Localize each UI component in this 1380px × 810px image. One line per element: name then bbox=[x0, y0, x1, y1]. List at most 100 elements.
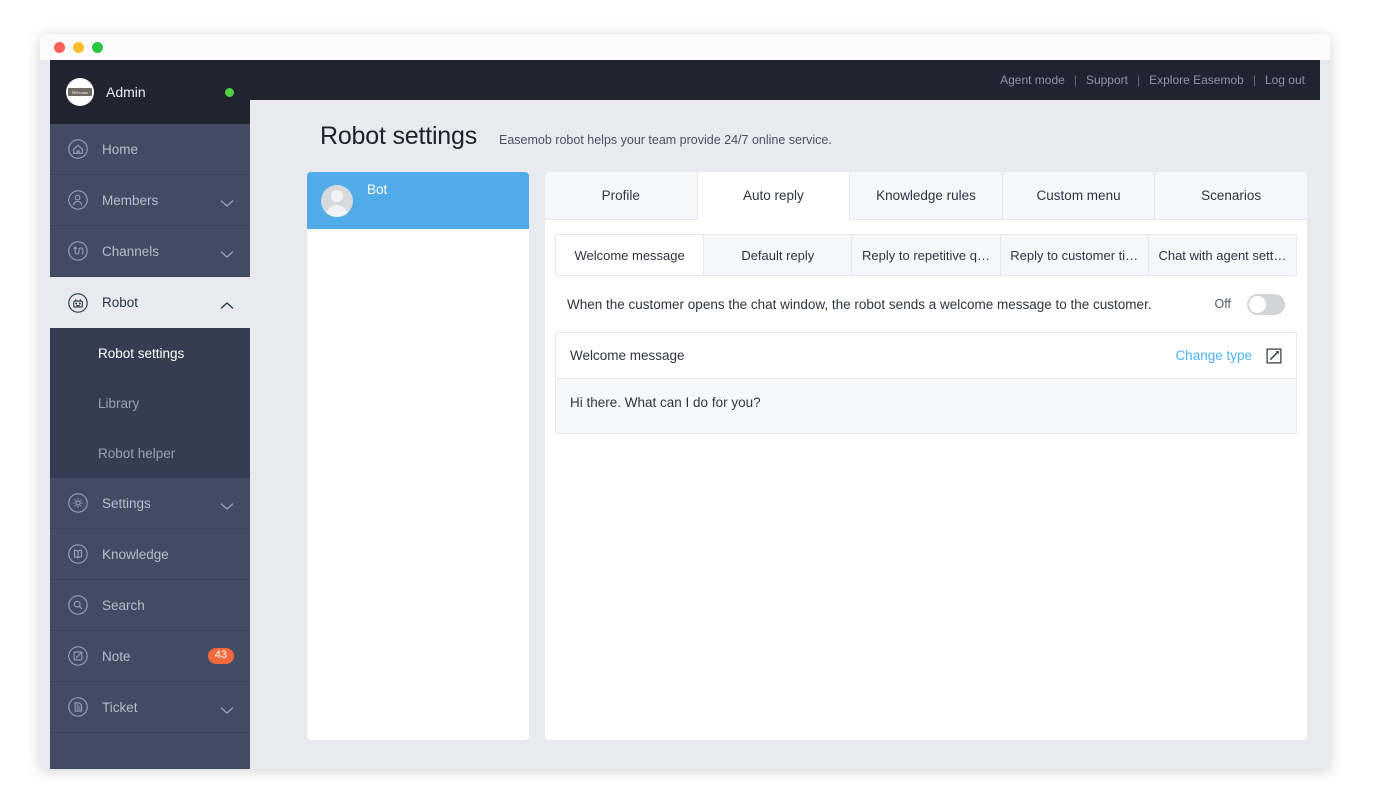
sidebar-item-label: Home bbox=[102, 141, 139, 157]
sidebar-subitem-library[interactable]: Library bbox=[50, 378, 250, 428]
toggle-knob bbox=[1249, 295, 1266, 313]
sidebar-item-robot[interactable]: Robot bbox=[50, 277, 250, 328]
sidebar: Welcome Admin Home Members Channels Robo… bbox=[50, 60, 250, 769]
list-item[interactable]: Bot bbox=[307, 172, 529, 229]
topbar-divider: | bbox=[1073, 73, 1077, 87]
ticket-icon bbox=[66, 695, 90, 719]
sidebar-item-label: Search bbox=[102, 597, 145, 613]
subtab-label: Chat with agent sett… bbox=[1158, 247, 1287, 263]
robot-submenu: Robot settings Library Robot helper bbox=[50, 328, 250, 478]
welcome-toggle-state-label: Off bbox=[1214, 297, 1231, 311]
tab-label: Auto reply bbox=[742, 188, 804, 203]
sidebar-item-label: Knowledge bbox=[102, 546, 169, 562]
subtab-label: Welcome message bbox=[574, 247, 685, 263]
home-icon bbox=[66, 137, 90, 161]
sidebar-account[interactable]: Welcome Admin bbox=[50, 60, 250, 124]
settings-card: Profile Auto reply Knowledge rules Custo… bbox=[545, 172, 1307, 740]
support-link[interactable]: Support bbox=[1086, 73, 1128, 87]
note-icon bbox=[66, 644, 90, 668]
subtab-label: Default reply bbox=[741, 247, 815, 263]
sidebar-subitem-label: Robot settings bbox=[98, 345, 185, 361]
avatar-banner-label: Welcome bbox=[68, 88, 92, 96]
window-titlebar bbox=[40, 34, 1330, 60]
page-header: Robot settings Easemob robot helps your … bbox=[294, 100, 1320, 151]
members-icon bbox=[66, 188, 90, 212]
page-subtitle: Easemob robot helps your team provide 24… bbox=[499, 133, 832, 147]
sidebar-item-knowledge[interactable]: Knowledge bbox=[50, 529, 250, 580]
subtab-reply-customer-timeout[interactable]: Reply to customer ti… bbox=[1000, 235, 1149, 275]
chevron-down-icon bbox=[220, 196, 234, 207]
change-type-link[interactable]: Change type bbox=[1175, 348, 1252, 363]
welcome-message-card: Welcome message Change type Hi there. Wh bbox=[555, 332, 1297, 434]
tab-label: Knowledge rules bbox=[876, 188, 976, 203]
chevron-down-icon bbox=[220, 499, 234, 510]
sidebar-subitem-robot-settings[interactable]: Robot settings bbox=[50, 328, 250, 378]
subtab-label: Reply to repetitive q… bbox=[862, 247, 990, 263]
search-icon bbox=[66, 593, 90, 617]
sidebar-item-label: Settings bbox=[102, 495, 151, 511]
sidebar-item-search[interactable]: Search bbox=[50, 580, 250, 631]
sidebar-item-label: Ticket bbox=[102, 699, 138, 715]
welcome-message-toggle[interactable] bbox=[1247, 293, 1285, 315]
close-window-button[interactable] bbox=[54, 41, 65, 53]
app-window: Agent mode | Support | Explore Easemob |… bbox=[40, 34, 1330, 769]
book-icon bbox=[66, 542, 90, 566]
sidebar-item-note[interactable]: Note 43 bbox=[50, 631, 250, 682]
edit-icon[interactable] bbox=[1266, 348, 1282, 364]
tab-auto-reply[interactable]: Auto reply bbox=[697, 172, 851, 220]
subtab-label: Reply to customer ti… bbox=[1010, 247, 1139, 263]
account-name: Admin bbox=[106, 84, 146, 100]
app-root: Agent mode | Support | Explore Easemob |… bbox=[40, 60, 1330, 769]
topbar-divider: | bbox=[1252, 73, 1256, 87]
subtab-chat-with-agent[interactable]: Chat with agent sett… bbox=[1148, 235, 1296, 275]
bot-avatar-icon bbox=[321, 184, 353, 217]
welcome-message-card-header: Welcome message Change type bbox=[556, 333, 1296, 379]
chevron-up-icon bbox=[220, 298, 234, 309]
tab-knowledge-rules[interactable]: Knowledge rules bbox=[850, 172, 1003, 219]
chevron-down-icon bbox=[220, 703, 234, 714]
sidebar-subitem-label: Library bbox=[98, 395, 140, 411]
subtab-reply-repetitive[interactable]: Reply to repetitive q… bbox=[852, 235, 1001, 275]
welcome-toggle-description: When the customer opens the chat window,… bbox=[567, 296, 1152, 312]
chevron-down-icon bbox=[220, 247, 234, 258]
sidebar-item-ticket[interactable]: Ticket bbox=[50, 682, 250, 733]
online-status-icon bbox=[225, 87, 234, 97]
sidebar-item-label: Note bbox=[102, 648, 131, 664]
avatar: Welcome bbox=[66, 78, 94, 106]
note-badge: 43 bbox=[207, 648, 234, 664]
sidebar-subitem-robot-helper[interactable]: Robot helper bbox=[50, 428, 250, 478]
page-title: Robot settings bbox=[320, 122, 478, 150]
tab-label: Custom menu bbox=[1036, 188, 1121, 203]
robot-icon bbox=[66, 291, 90, 315]
tab-scenarios[interactable]: Scenarios bbox=[1155, 172, 1307, 219]
bot-name: Bot bbox=[367, 182, 388, 197]
subtab-welcome-message[interactable]: Welcome message bbox=[556, 235, 705, 275]
sidebar-item-label: Robot bbox=[102, 295, 139, 310]
sidebar-item-label: Members bbox=[102, 192, 159, 208]
welcome-toggle-row: When the customer opens the chat window,… bbox=[555, 276, 1297, 332]
bot-list: Bot bbox=[307, 172, 529, 740]
log-out-link[interactable]: Log out bbox=[1265, 73, 1305, 87]
agent-mode-link[interactable]: Agent mode bbox=[1000, 73, 1065, 87]
sidebar-item-home[interactable]: Home bbox=[50, 124, 250, 175]
tab-label: Scenarios bbox=[1201, 188, 1262, 203]
welcome-message-body: Hi there. What can I do for you? bbox=[556, 379, 1296, 433]
sub-tabs: Welcome message Default reply Reply to r… bbox=[555, 234, 1297, 276]
minimize-window-button[interactable] bbox=[73, 41, 84, 53]
sidebar-item-channels[interactable]: Channels bbox=[50, 226, 250, 277]
channels-icon bbox=[66, 239, 90, 263]
tab-custom-menu[interactable]: Custom menu bbox=[1002, 172, 1156, 219]
gear-icon bbox=[66, 491, 90, 515]
tab-profile[interactable]: Profile bbox=[545, 172, 698, 219]
sidebar-item-settings[interactable]: Settings bbox=[50, 478, 250, 529]
sidebar-item-members[interactable]: Members bbox=[50, 175, 250, 226]
content-panel: Robot settings Easemob robot helps your … bbox=[294, 100, 1320, 769]
topbar-divider: | bbox=[1136, 73, 1141, 87]
main-tabs: Profile Auto reply Knowledge rules Custo… bbox=[545, 172, 1307, 220]
explore-easemob-link[interactable]: Explore Easemob bbox=[1149, 73, 1244, 87]
tab-label: Profile bbox=[601, 188, 640, 203]
zoom-window-button[interactable] bbox=[92, 41, 103, 53]
welcome-message-title: Welcome message bbox=[570, 348, 685, 363]
subtab-default-reply[interactable]: Default reply bbox=[704, 235, 853, 275]
content-body: Bot Profile Auto reply Knowledge rules C… bbox=[294, 151, 1320, 759]
